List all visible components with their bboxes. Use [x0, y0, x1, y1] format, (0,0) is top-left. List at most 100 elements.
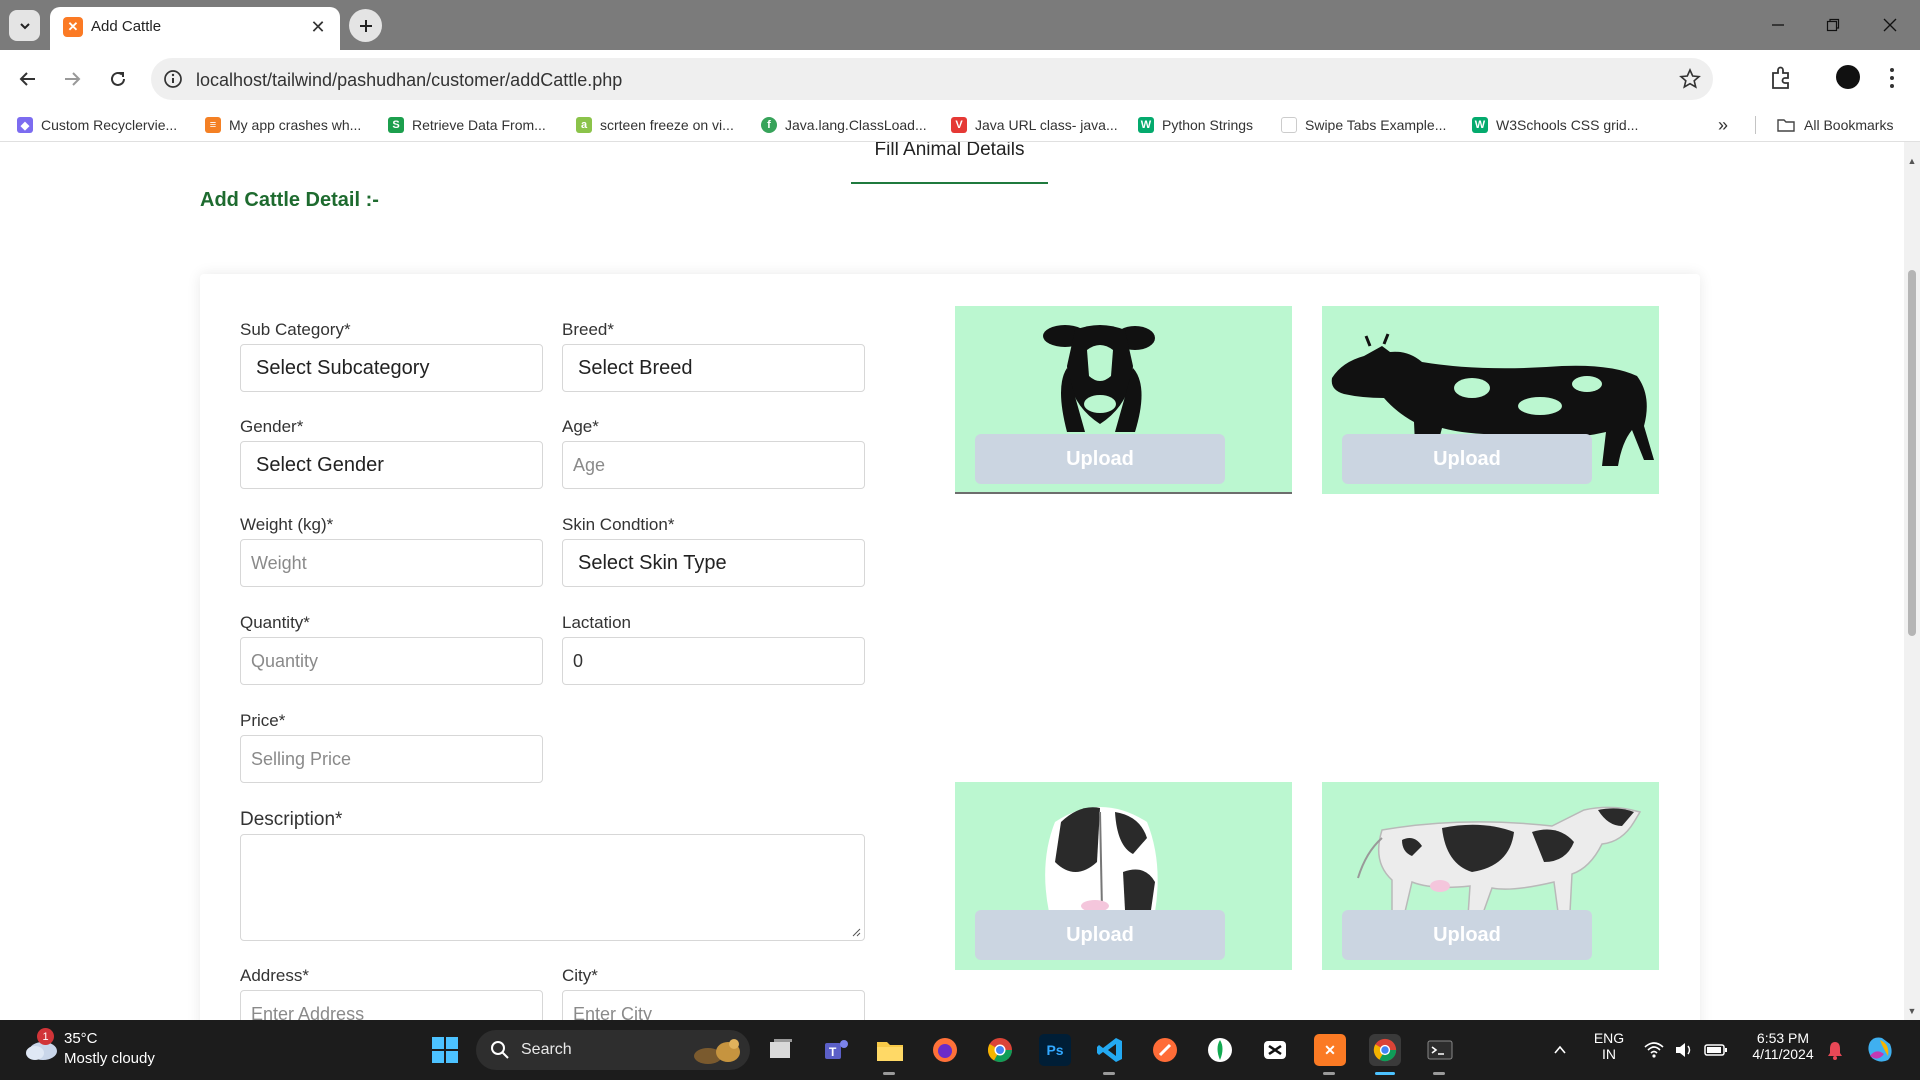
all-bookmarks-button[interactable]: All Bookmarks — [1777, 115, 1893, 135]
upload-tile-3: Upload — [955, 782, 1292, 970]
chevron-up-icon[interactable] — [1552, 1042, 1568, 1058]
address-input[interactable]: Enter Address — [240, 990, 543, 1020]
age-input[interactable]: Age — [562, 441, 865, 489]
bookmark-item[interactable]: W W3Schools CSS grid... — [1472, 115, 1638, 135]
close-icon — [1883, 18, 1897, 32]
minimize-icon — [1772, 24, 1784, 26]
new-tab-button[interactable] — [349, 9, 382, 42]
url-text[interactable]: localhost/tailwind/pashudhan/customer/ad… — [196, 70, 622, 91]
skin-type-select[interactable]: Select Skin Type — [562, 539, 865, 587]
skin-condition-label: Skin Condtion* — [562, 515, 675, 534]
browser-toolbar: localhost/tailwind/pashudhan/customer/ad… — [0, 50, 1920, 108]
quantity-input[interactable]: Quantity — [240, 637, 543, 685]
tab-search-button[interactable] — [9, 10, 40, 41]
wifi-icon[interactable] — [1644, 1041, 1664, 1059]
windows-taskbar: 1 35°C Mostly cloudy Search T Ps ✕ ENG I… — [0, 1020, 1920, 1080]
file-explorer-icon[interactable] — [874, 1034, 906, 1066]
back-button[interactable] — [13, 64, 43, 94]
volume-icon[interactable] — [1674, 1041, 1694, 1059]
bookmark-item[interactable]: Swipe Tabs Example... — [1281, 115, 1446, 135]
bookmark-item[interactable]: f Java.lang.ClassLoad... — [761, 115, 927, 135]
bookmark-item[interactable]: ≡ My app crashes wh... — [205, 115, 361, 135]
scrollbar-thumb[interactable] — [1908, 270, 1916, 636]
price-input[interactable]: Selling Price — [240, 735, 543, 783]
search-icon — [491, 1041, 509, 1059]
city-input[interactable]: Enter City — [562, 990, 865, 1020]
compass-glyph — [1208, 1038, 1232, 1062]
more-bookmarks-chevron-icon[interactable]: » — [1718, 115, 1728, 135]
vscode-icon[interactable] — [1094, 1034, 1126, 1066]
gender-select[interactable]: Select Gender — [240, 441, 543, 489]
site-info-icon[interactable] — [163, 69, 183, 89]
notification-bell-icon[interactable] — [1826, 1040, 1844, 1060]
bookmark-label: W3Schools CSS grid... — [1496, 117, 1639, 133]
city-label: City* — [562, 966, 598, 985]
minimize-button[interactable] — [1758, 10, 1798, 40]
upload-tile-4: Upload — [1322, 782, 1659, 970]
bookmark-item[interactable]: W Python Strings — [1138, 115, 1253, 135]
scroll-down-arrow-icon[interactable]: ▼ — [1907, 1006, 1917, 1016]
weather-widget[interactable]: 1 35°C Mostly cloudy — [20, 1028, 180, 1072]
stack-overflow-icon: ≡ — [205, 117, 221, 133]
upload-button-1[interactable]: Upload — [975, 434, 1225, 484]
task-view-icon[interactable] — [765, 1034, 797, 1066]
chrome-active-icon[interactable] — [1369, 1034, 1401, 1066]
restore-button[interactable] — [1813, 10, 1853, 40]
bookmark-item[interactable]: V Java URL class- java... — [951, 115, 1118, 135]
capcut-icon[interactable] — [1259, 1034, 1291, 1066]
upload-button-3[interactable]: Upload — [975, 910, 1225, 960]
weight-label: Weight (kg)* — [240, 515, 334, 534]
explorer-running-indicator — [883, 1072, 895, 1075]
firefox-icon[interactable] — [929, 1034, 961, 1066]
upload-tile-2: Upload — [1322, 306, 1659, 494]
battery-icon[interactable] — [1704, 1042, 1728, 1058]
browser-tab-active[interactable]: ✕ Add Cattle ✕ — [50, 7, 340, 50]
terminal-icon[interactable] — [1424, 1034, 1456, 1066]
bookmark-star-icon[interactable] — [1679, 68, 1701, 90]
scroll-up-arrow-icon[interactable]: ▲ — [1907, 156, 1917, 166]
chrome-active-indicator — [1375, 1072, 1395, 1075]
lactation-label: Lactation — [562, 613, 631, 632]
reload-button[interactable] — [103, 64, 133, 94]
weight-input[interactable]: Weight — [240, 539, 543, 587]
lactation-input[interactable]: 0 — [562, 637, 865, 685]
upload-button-2[interactable]: Upload — [1342, 434, 1592, 484]
reload-icon — [111, 71, 125, 86]
xampp-taskbar-icon[interactable]: ✕ — [1314, 1034, 1346, 1066]
browser-menu-icon[interactable] — [1882, 64, 1902, 92]
resize-grip-icon[interactable] — [851, 927, 861, 937]
bookmark-item[interactable]: S Retrieve Data From... — [388, 115, 546, 135]
sub-category-label: Sub Category* — [240, 320, 351, 339]
sub-category-select[interactable]: Select Subcategory — [240, 344, 543, 392]
bookmark-label: Custom Recyclervie... — [41, 117, 178, 133]
extensions-puzzle-icon[interactable] — [1768, 64, 1796, 92]
upload-button-4[interactable]: Upload — [1342, 910, 1592, 960]
taskbar-search[interactable]: Search — [476, 1030, 750, 1070]
windows-start-icon[interactable] — [429, 1034, 461, 1066]
upload-tile-1: Upload — [955, 306, 1292, 494]
description-textarea[interactable] — [240, 834, 865, 941]
chrome-icon[interactable] — [984, 1034, 1016, 1066]
copilot-icon[interactable] — [1864, 1034, 1896, 1066]
breed-select[interactable]: Select Breed — [562, 344, 865, 392]
tab-fill-animal-details[interactable]: Fill Animal Details — [851, 142, 1048, 184]
teams-glyph: T — [825, 1040, 848, 1059]
language-indicator[interactable]: ENG IN — [1592, 1030, 1626, 1062]
forward-button[interactable] — [57, 64, 87, 94]
bookmark-item[interactable]: ◆ Custom Recyclervie... — [17, 115, 177, 135]
bookmark-item[interactable]: a scrteen freeze on vi... — [576, 115, 734, 135]
price-label: Price* — [240, 711, 286, 730]
teams-icon[interactable]: T — [820, 1034, 852, 1066]
bookmark-label: My app crashes wh... — [229, 117, 362, 133]
close-window-button[interactable] — [1870, 10, 1910, 40]
profile-avatar[interactable] — [1836, 65, 1860, 89]
w3-icon: W — [1138, 117, 1154, 133]
postman-icon[interactable] — [1149, 1034, 1181, 1066]
mongodb-compass-icon[interactable] — [1204, 1034, 1236, 1066]
clock[interactable]: 6:53 PM 4/11/2024 — [1740, 1030, 1826, 1062]
close-tab-icon[interactable]: ✕ — [308, 17, 328, 37]
a-icon: a — [576, 117, 592, 133]
address-bar[interactable]: localhost/tailwind/pashudhan/customer/ad… — [151, 58, 1713, 100]
page-scrollbar[interactable]: ▲ ▼ — [1904, 142, 1920, 1020]
photoshop-icon[interactable]: Ps — [1039, 1034, 1071, 1066]
